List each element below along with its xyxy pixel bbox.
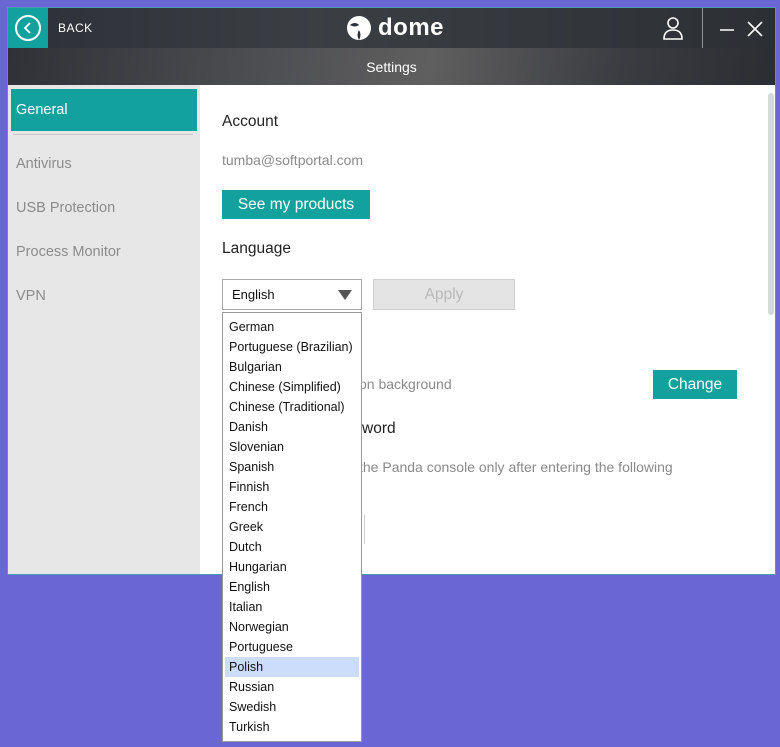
language-option[interactable]: Slovenian [225, 437, 359, 457]
background-setting-text: on background [359, 376, 452, 392]
language-option[interactable]: Spanish [225, 457, 359, 477]
language-option[interactable]: Finnish [225, 477, 359, 497]
language-option-highlighted[interactable]: Polish [225, 657, 359, 677]
settings-window: BACK dome Settings General Antivirus USB [7, 7, 776, 575]
dome-logo: dome [346, 14, 444, 42]
user-account-icon[interactable] [661, 16, 685, 40]
language-option[interactable]: Swedish [225, 697, 359, 717]
panda-logo-icon [347, 16, 371, 40]
password-input-edge [364, 515, 365, 544]
language-option[interactable]: Danish [225, 417, 359, 437]
password-heading: word [362, 420, 396, 437]
language-option[interactable]: Chinese (Traditional) [225, 397, 359, 417]
back-button[interactable] [8, 8, 48, 48]
minimize-icon[interactable] [716, 18, 738, 40]
language-heading: Language [222, 240, 291, 257]
language-option[interactable]: Bulgarian [225, 357, 359, 377]
language-option[interactable]: Turkish [225, 717, 359, 737]
sidebar-item-general[interactable]: General [11, 89, 197, 131]
language-option[interactable]: Chinese (Simplified) [225, 377, 359, 397]
language-option[interactable]: English [225, 577, 359, 597]
language-option[interactable]: Greek [225, 517, 359, 537]
change-button[interactable]: Change [653, 370, 737, 399]
dropdown-arrow-icon [338, 290, 352, 300]
sidebar-item-vpn[interactable]: VPN [11, 275, 197, 317]
back-label[interactable]: BACK [58, 21, 93, 35]
sidebar-item-process-monitor[interactable]: Process Monitor [11, 231, 197, 273]
titlebar-divider [702, 8, 703, 48]
close-icon[interactable] [744, 18, 766, 40]
title-bar: BACK dome [8, 8, 775, 48]
sidebar-separator [13, 134, 193, 135]
language-option[interactable]: Portuguese (Brazilian) [225, 337, 359, 357]
sidebar-item-antivirus[interactable]: Antivirus [11, 143, 197, 185]
language-option[interactable]: Italian [225, 597, 359, 617]
language-option[interactable]: Hungarian [225, 557, 359, 577]
language-select-value: English [232, 287, 275, 302]
language-dropdown-list[interactable]: German Portuguese (Brazilian) Bulgarian … [222, 312, 362, 742]
back-arrow-icon [15, 15, 41, 41]
language-option[interactable]: Portuguese [225, 637, 359, 657]
apply-button[interactable]: Apply [373, 279, 515, 310]
sidebar: General Antivirus USB Protection Process… [8, 85, 200, 574]
page-title: Settings [366, 59, 417, 75]
language-option[interactable]: Russian [225, 677, 359, 697]
language-option[interactable]: Dutch [225, 537, 359, 557]
account-heading: Account [222, 113, 279, 130]
logo-wordmark: dome [378, 14, 445, 41]
language-option[interactable]: German [225, 317, 359, 337]
password-description: the Panda console only after entering th… [359, 459, 673, 475]
language-option[interactable]: French [225, 497, 359, 517]
vertical-scrollbar[interactable] [768, 93, 774, 315]
see-my-products-button[interactable]: See my products [222, 190, 370, 219]
language-option[interactable]: Norwegian [225, 617, 359, 637]
language-select[interactable]: English [222, 279, 362, 310]
account-email: tumba@softportal.com [222, 152, 364, 168]
sidebar-item-usb-protection[interactable]: USB Protection [11, 187, 197, 229]
